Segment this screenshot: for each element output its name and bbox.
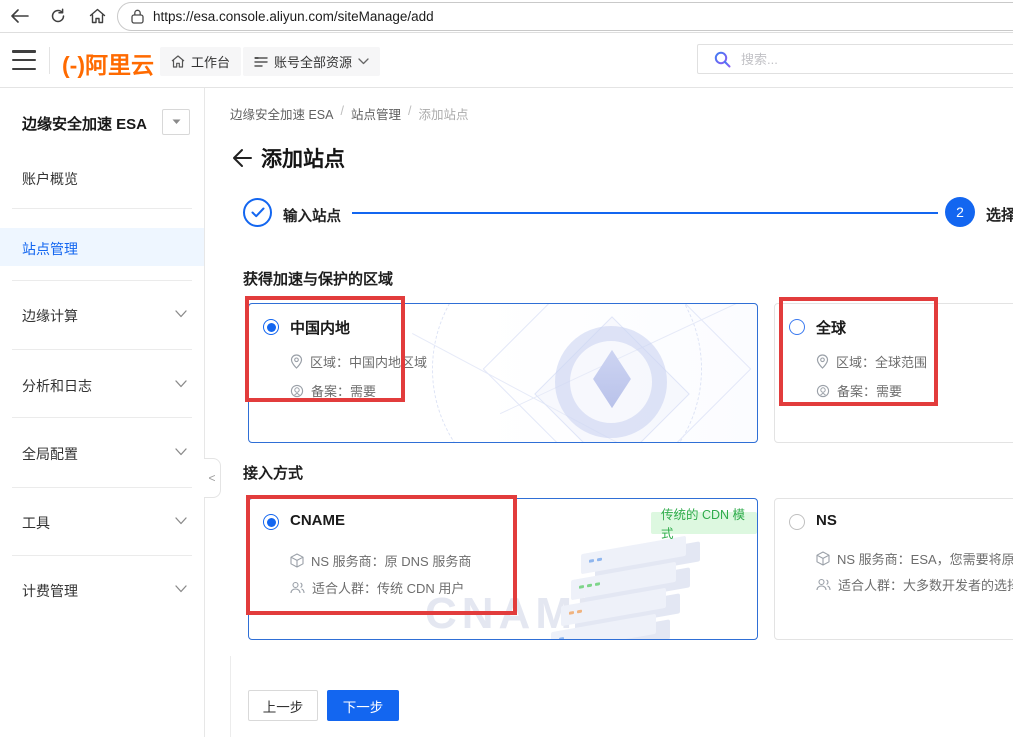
product-switcher-button[interactable]	[162, 109, 190, 135]
header-divider	[49, 47, 50, 74]
resources-label: 账号全部资源	[274, 52, 352, 71]
chevron-down-icon	[175, 517, 187, 525]
radio-cname[interactable]	[263, 514, 279, 530]
browser-home-icon[interactable]	[84, 3, 110, 29]
sidebar-divider	[12, 555, 192, 556]
record-seal-icon	[816, 384, 830, 398]
region-option-title: 中国内地	[290, 317, 350, 338]
access-option-title: NS	[816, 512, 837, 529]
home-icon	[171, 55, 185, 68]
radio-china-mainland[interactable]	[263, 319, 279, 335]
sidebar-divider	[12, 417, 192, 418]
logo-text: 阿里云	[85, 52, 154, 78]
product-title: 边缘安全加速 ESA	[22, 113, 147, 134]
browser-refresh-icon[interactable]	[45, 3, 71, 29]
caret-down-icon	[172, 119, 181, 125]
people-icon	[816, 578, 831, 591]
access-section-title: 接入方式	[243, 462, 303, 483]
page: https://esa.console.aliyun.com/siteManag…	[0, 0, 1013, 737]
workbench-label: 工作台	[191, 52, 230, 71]
cube-icon	[290, 553, 304, 568]
step-2-number: 2	[956, 204, 964, 220]
access-row-text: 适合人群：大多数开发者的选择	[838, 575, 1013, 594]
account-resources-button[interactable]: 账号全部资源	[243, 47, 380, 76]
sidebar-item-account-overview[interactable]: 账户概览	[22, 169, 78, 189]
sidebar-item-billing[interactable]: 计费管理	[22, 581, 78, 601]
access-option-title: CNAME	[290, 512, 345, 529]
sidebar-item-tools[interactable]: 工具	[22, 513, 50, 533]
search-input[interactable]	[741, 52, 941, 67]
region-row-text: 备案：需要	[311, 381, 376, 400]
region-section-title: 获得加速与保护的区域	[243, 268, 393, 289]
chevron-down-icon	[175, 585, 187, 593]
location-pin-icon	[816, 354, 829, 369]
cdn-mode-badge: 传统的 CDN 模式	[651, 512, 757, 534]
address-bar[interactable]: https://esa.console.aliyun.com/siteManag…	[117, 2, 1013, 31]
previous-step-button[interactable]: 上一步	[248, 690, 318, 721]
access-row-text: NS 服务商：原 DNS 服务商	[311, 551, 471, 570]
breadcrumb-item-esa[interactable]: 边缘安全加速 ESA	[230, 104, 334, 123]
footer-edge-divider	[230, 656, 231, 737]
location-pin-icon	[290, 354, 303, 369]
aliyun-logo[interactable]: (-)阿里云	[62, 46, 154, 80]
access-row-text: NS 服务商：ESA，您需要将原 DNS	[837, 549, 1013, 568]
step-2-label: 选择	[986, 204, 1013, 225]
sidebar-divider	[12, 349, 192, 350]
sidebar-item-global-config[interactable]: 全局配置	[22, 444, 78, 464]
access-row-text: 适合人群：传统 CDN 用户	[312, 578, 464, 597]
region-option-title: 全球	[816, 317, 846, 338]
region-row-text: 备案：需要	[837, 381, 902, 400]
chevron-down-icon	[175, 448, 187, 456]
compass-illustration	[427, 304, 757, 442]
browser-toolbar: https://esa.console.aliyun.com/siteManag…	[0, 0, 1013, 33]
step-2-indicator: 2	[945, 197, 975, 227]
browser-back-icon[interactable]	[6, 3, 32, 29]
breadcrumb-item-add-site: 添加站点	[418, 104, 468, 123]
step-1-label: 输入站点	[283, 205, 341, 226]
next-step-button[interactable]: 下一步	[327, 690, 399, 721]
region-row-text: 区域：中国内地区域	[310, 352, 427, 371]
sidebar: 边缘安全加速 ESA 账户概览 站点管理 边缘计算 分析和日志 全局配置 工具 …	[0, 88, 205, 737]
breadcrumb-separator: /	[341, 104, 344, 123]
global-search[interactable]	[697, 44, 1013, 74]
step-1-indicator	[243, 198, 272, 227]
breadcrumb-item-site-management[interactable]: 站点管理	[351, 104, 401, 123]
people-icon	[290, 581, 305, 594]
breadcrumb: 边缘安全加速 ESA / 站点管理 / 添加站点	[230, 104, 469, 123]
url-text: https://esa.console.aliyun.com/siteManag…	[153, 9, 434, 24]
sidebar-divider	[12, 280, 192, 281]
workbench-button[interactable]: 工作台	[160, 47, 241, 76]
radio-global[interactable]	[789, 319, 805, 335]
sidebar-item-edge-compute[interactable]: 边缘计算	[22, 306, 78, 326]
region-option-china-mainland[interactable]: 中国内地 区域：中国内地区域 备案：需要	[248, 303, 758, 443]
sidebar-item-analytics-logs[interactable]: 分析和日志	[22, 376, 92, 396]
collapse-glyph: <	[208, 471, 215, 485]
logo-bracket: (-)	[62, 52, 85, 78]
cube-icon	[816, 551, 830, 566]
region-row-text: 区域：全球范围	[836, 352, 927, 371]
menu-hamburger-icon[interactable]	[12, 50, 36, 70]
console-header: (-)阿里云 工作台 账号全部资源	[0, 33, 1013, 88]
record-seal-icon	[290, 384, 304, 398]
stepper-connector	[352, 212, 938, 214]
access-option-cname[interactable]: CNAME CNAME 传统的 CDN 模式 NS 服务商：原 DNS 服务商 …	[248, 498, 758, 640]
sidebar-divider	[12, 208, 192, 209]
sidebar-item-site-management[interactable]: 站点管理	[22, 239, 78, 259]
chevron-down-icon	[175, 380, 187, 388]
chevron-down-icon	[358, 58, 369, 65]
sidebar-collapse-handle[interactable]: <	[204, 458, 221, 498]
page-title: 添加站点	[261, 143, 345, 173]
lock-icon	[131, 9, 144, 24]
chevron-down-icon	[175, 310, 187, 318]
search-icon	[714, 51, 731, 68]
sidebar-divider	[12, 487, 192, 488]
resources-icon	[254, 56, 268, 68]
check-icon	[251, 207, 265, 218]
radio-ns[interactable]	[789, 514, 805, 530]
back-arrow-icon[interactable]	[231, 147, 253, 169]
region-option-global[interactable]: 全球 区域：全球范围 备案：需要	[774, 303, 1013, 443]
breadcrumb-separator: /	[408, 104, 411, 123]
access-option-ns[interactable]: NS NS 服务商：ESA，您需要将原 DNS 适合人群：大多数开发者的选择	[774, 498, 1013, 640]
